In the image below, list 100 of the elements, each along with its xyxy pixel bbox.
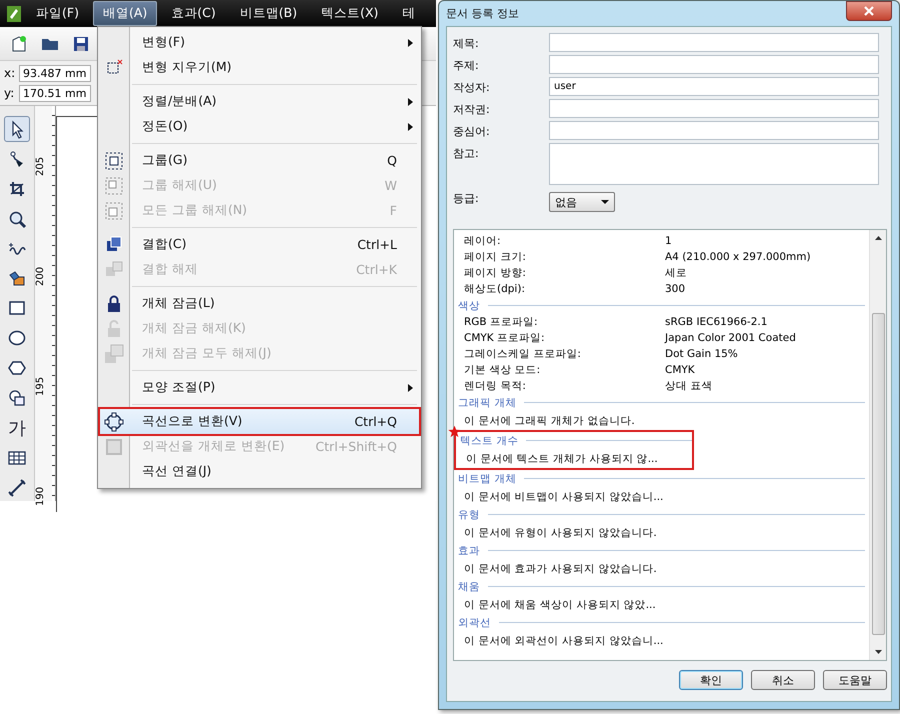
property-value: 상대 표색 bbox=[665, 379, 712, 393]
close-button[interactable] bbox=[846, 0, 892, 20]
section-message: 이 문서에 외곽선이 사용되지 않았습니... bbox=[463, 634, 664, 648]
property-name: 레이어: bbox=[464, 234, 502, 248]
input-field[interactable] bbox=[549, 121, 879, 140]
input-field[interactable] bbox=[549, 55, 879, 74]
property-name: 페이지 크기: bbox=[464, 250, 527, 264]
ruler-label: 190 bbox=[35, 486, 46, 506]
dimension-icon bbox=[7, 478, 27, 498]
dialog-button[interactable]: 취소 bbox=[751, 670, 815, 690]
tool-button[interactable] bbox=[4, 116, 30, 142]
dialog-title: 문서 등록 정보 bbox=[446, 6, 519, 21]
shortcut-text: F bbox=[390, 203, 397, 218]
field-label: 등급: bbox=[453, 191, 480, 206]
property-value: Dot Gain 15% bbox=[665, 348, 738, 360]
property-name: 페이지 방향: bbox=[464, 266, 527, 280]
menu-item[interactable]: 변형(F) bbox=[100, 30, 419, 55]
scroll-up-icon[interactable] bbox=[874, 234, 882, 243]
property-value: 300 bbox=[665, 283, 686, 295]
curve-nodes-icon bbox=[104, 412, 124, 432]
property-value: A4 (210.000 x 297.000mm) bbox=[665, 251, 811, 263]
shapes-icon bbox=[7, 388, 27, 408]
coordinate-field[interactable]: 170.51 mm bbox=[19, 84, 91, 102]
property-value: 1 bbox=[665, 235, 672, 247]
property-name: CMYK 프로파일: bbox=[464, 331, 546, 345]
input-field[interactable] bbox=[549, 99, 879, 118]
menu-item[interactable]: 모양 조절(P) bbox=[100, 375, 419, 400]
menu-item[interactable]: 결합(C) Ctrl+L bbox=[100, 232, 419, 257]
property-value: 세로 bbox=[665, 266, 687, 280]
menu-item[interactable]: 개체 잠금(L) bbox=[100, 291, 419, 316]
input-field[interactable]: user bbox=[549, 77, 879, 96]
property-name: 렌더링 목적: bbox=[464, 379, 527, 393]
shortcut-text: Ctrl+L bbox=[357, 237, 397, 252]
outline-square-icon bbox=[104, 436, 124, 456]
scrollbar[interactable] bbox=[869, 230, 886, 660]
property-name: 기본 색상 모드: bbox=[464, 363, 542, 377]
ungroup-all-icon bbox=[104, 200, 124, 220]
section-message: 이 문서에 그래픽 개체가 없습니다. bbox=[463, 414, 636, 428]
scroll-down-icon[interactable] bbox=[874, 647, 882, 656]
section-heading: 그래픽 개체 bbox=[458, 394, 865, 411]
section-message: 이 문서에 효과가 사용되지 않았습니다. bbox=[463, 562, 658, 576]
app-logo-icon bbox=[6, 4, 22, 22]
coordinate-field[interactable]: 93.487 mm bbox=[19, 64, 91, 82]
new-document-icon[interactable] bbox=[10, 34, 28, 52]
shortcut-text: W bbox=[384, 178, 397, 193]
menu-bar-item[interactable]: 테 bbox=[392, 1, 426, 26]
property-value: CMYK bbox=[665, 364, 695, 376]
field-label: 주제: bbox=[453, 58, 480, 73]
field-label: 중심어: bbox=[453, 124, 491, 139]
section-message: 이 문서에 채움 색상이 사용되지 않았... bbox=[463, 598, 657, 612]
property-name: 해상도(dpi): bbox=[464, 282, 526, 296]
menu-bar-item[interactable]: 효과(C) bbox=[161, 1, 226, 26]
menu-bar-item[interactable]: 비트맵(B) bbox=[230, 1, 308, 26]
property-value: Japan Color 2001 Coated bbox=[665, 332, 796, 344]
property-name: RGB 프로파일: bbox=[464, 315, 539, 329]
save-icon[interactable] bbox=[72, 34, 90, 52]
section-heading: 채움 bbox=[458, 578, 865, 595]
section-message: 이 문서에 텍스트 개체가 사용되지 않... bbox=[465, 452, 659, 466]
caret-icon bbox=[601, 200, 609, 204]
close-icon bbox=[864, 6, 874, 16]
menu-item[interactable]: 정돈(O) bbox=[100, 114, 419, 139]
dropdown[interactable]: 없음 bbox=[549, 192, 615, 212]
ruler-label: 205 bbox=[35, 156, 46, 176]
section-message: 이 문서에 유형이 사용되지 않았습니다. bbox=[463, 526, 658, 540]
menu-bar-item[interactable]: 파일(F) bbox=[26, 1, 89, 26]
property-name: 그레이스케일 프로파일: bbox=[464, 347, 582, 361]
shortcut-text: Ctrl+K bbox=[356, 262, 397, 277]
menu-item[interactable]: 변형 지우기(M) bbox=[100, 55, 419, 80]
coordinate-label: x: bbox=[4, 66, 16, 80]
ruler-label: 200 bbox=[35, 266, 46, 286]
shortcut-text: Ctrl+Shift+Q bbox=[316, 439, 397, 454]
section-heading: 텍스트 개수 bbox=[460, 432, 692, 449]
unlock-all-icon bbox=[104, 344, 124, 364]
section-heading: 비트맵 개체 bbox=[458, 470, 865, 487]
scroll-thumb[interactable] bbox=[872, 313, 884, 635]
section-heading: 색상 bbox=[458, 297, 865, 314]
menu-item[interactable]: 곡선 연결(J) bbox=[100, 459, 419, 484]
dialog-button[interactable]: 확인 bbox=[679, 670, 743, 690]
section-message: 이 문서에 비트맵이 사용되지 않았습니... bbox=[463, 490, 664, 504]
dialog-button[interactable]: 도움말 bbox=[823, 670, 887, 690]
field-label: 작성자: bbox=[453, 80, 491, 95]
ungroup-icon bbox=[104, 176, 124, 196]
shortcut-text: Q bbox=[387, 153, 397, 168]
group-icon bbox=[104, 150, 124, 170]
menu-item[interactable]: 그룹(G) Q bbox=[100, 148, 419, 173]
section-heading: 외곽선 bbox=[458, 614, 865, 631]
menu-item[interactable]: 곡선으로 변환(V) Ctrl+Q bbox=[100, 409, 419, 434]
menu-item[interactable]: 정렬/분배(A) bbox=[100, 89, 419, 114]
field-label: 참고: bbox=[453, 146, 480, 161]
menu-bar-item[interactable]: 배열(A) bbox=[92, 1, 158, 26]
ruler-label: 195 bbox=[35, 376, 46, 396]
menu-bar-item[interactable]: 텍스트(X) bbox=[311, 1, 388, 26]
shortcut-text: Ctrl+Q bbox=[354, 414, 397, 429]
coordinate-label: y: bbox=[4, 86, 16, 100]
section-heading: 효과 bbox=[458, 542, 865, 559]
section-heading: 유형 bbox=[458, 506, 865, 523]
property-value: sRGB IEC61966-2.1 bbox=[665, 316, 768, 328]
text-tool[interactable]: 가 bbox=[4, 415, 30, 442]
field-label: 저작권: bbox=[453, 102, 491, 117]
input-field[interactable] bbox=[549, 33, 879, 52]
